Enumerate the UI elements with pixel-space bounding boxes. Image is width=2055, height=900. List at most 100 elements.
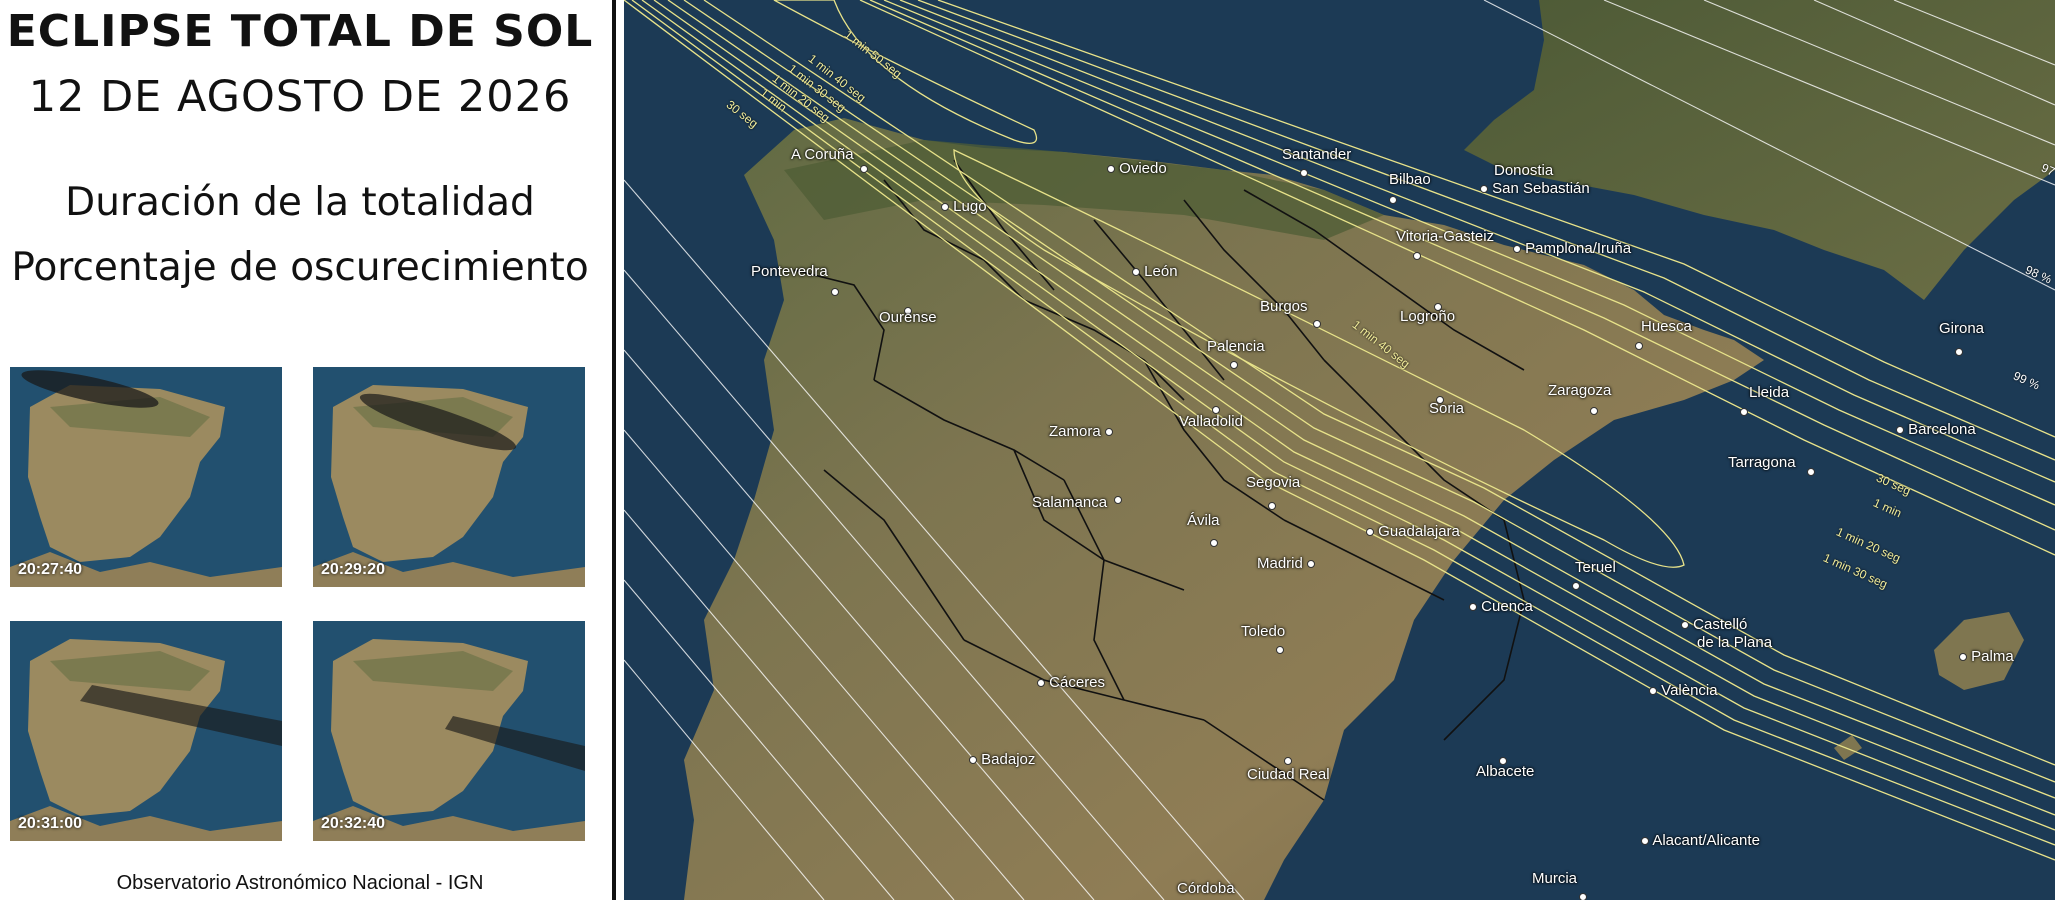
city-dot-icon bbox=[1230, 361, 1238, 370]
city-name: Palencia bbox=[1207, 338, 1265, 355]
city-dot-icon bbox=[1955, 348, 1963, 357]
city-name: Salamanca bbox=[1032, 494, 1108, 511]
city-name: Oviedo bbox=[1119, 160, 1167, 177]
city-alicante: Alacant/Alicante bbox=[1641, 832, 1760, 849]
city-name: Santander bbox=[1282, 146, 1352, 163]
city-name: Huesca bbox=[1641, 318, 1692, 335]
thumbnail-time: 20:31:00 bbox=[18, 815, 83, 832]
city-caceres: Cáceres bbox=[1037, 674, 1105, 691]
city-name: Soria bbox=[1429, 400, 1465, 417]
city-vitoria-marker bbox=[1413, 247, 1421, 264]
city-name: de la Plana bbox=[1697, 634, 1773, 651]
subtitle-percentage: Porcentaje de oscurecimiento bbox=[11, 245, 589, 290]
city-dot-icon bbox=[1300, 169, 1308, 178]
city-a-coruna-marker bbox=[860, 160, 868, 177]
city-name: Vitoria-Gasteiz bbox=[1396, 228, 1495, 245]
city-dot-icon bbox=[1313, 320, 1321, 329]
city-dot-icon bbox=[1413, 252, 1421, 261]
city-dot-icon bbox=[1590, 407, 1598, 416]
city-guadalajara: Guadalajara bbox=[1366, 523, 1460, 540]
city-name: Lugo bbox=[953, 198, 987, 215]
city-dot-icon bbox=[1107, 165, 1115, 174]
city-lleida: Lleida bbox=[1749, 384, 1789, 401]
city-cuenca: Cuenca bbox=[1469, 598, 1533, 615]
credits: Observatorio Astronómico Nacional - IGN bbox=[116, 872, 484, 894]
city-toledo: Toledo bbox=[1241, 623, 1285, 640]
city-dot-icon bbox=[1896, 426, 1904, 435]
shadow-thumbnail-4: 20:32:40 bbox=[313, 621, 585, 841]
info-panel: ECLIPSE TOTAL DE SOL 12 DE AGOSTO DE 202… bbox=[0, 0, 612, 900]
city-name: Murcia bbox=[1532, 870, 1578, 887]
city-name: San Sebastián bbox=[1492, 180, 1590, 197]
city-name: València bbox=[1661, 682, 1718, 699]
city-dot-icon bbox=[1572, 582, 1580, 591]
city-name: Tarragona bbox=[1728, 454, 1796, 471]
city-dot-icon bbox=[969, 756, 977, 765]
city-name: Castelló bbox=[1693, 616, 1748, 633]
city-name: Girona bbox=[1939, 320, 1985, 337]
map-canvas bbox=[624, 0, 2055, 900]
city-palencia: Palencia bbox=[1207, 338, 1265, 355]
city-castello: Castelló bbox=[1681, 616, 1747, 633]
city-teruel-marker bbox=[1572, 577, 1580, 594]
thumbnail-time: 20:27:40 bbox=[18, 561, 83, 578]
thumbnail-time: 20:29:20 bbox=[321, 561, 386, 578]
thumbnail-time: 20:32:40 bbox=[321, 815, 386, 832]
city-huesca: Huesca bbox=[1641, 318, 1692, 335]
city-name: Donostia bbox=[1494, 162, 1554, 179]
city-name: Burgos bbox=[1260, 298, 1308, 315]
city-dot-icon bbox=[1276, 646, 1284, 655]
city-name: Zaragoza bbox=[1548, 382, 1612, 399]
city-lleida-marker bbox=[1740, 403, 1748, 420]
city-murcia: Murcia bbox=[1532, 870, 1577, 887]
city-pontevedra: Pontevedra bbox=[751, 263, 828, 280]
city-name: Segovia bbox=[1246, 474, 1301, 491]
city-dot-icon bbox=[1740, 408, 1748, 417]
city-dot-icon bbox=[1649, 687, 1657, 696]
city-ourense: Ourense bbox=[879, 309, 937, 326]
city-dot-icon bbox=[860, 165, 868, 174]
city-palencia-marker bbox=[1230, 356, 1238, 373]
city-name: Cuenca bbox=[1481, 598, 1533, 615]
city-donostia: Donostia bbox=[1494, 162, 1553, 179]
city-name: Ávila bbox=[1187, 512, 1220, 529]
city-palma: Palma bbox=[1959, 648, 2014, 665]
city-pamplona: Pamplona/Iruña bbox=[1513, 240, 1631, 257]
city-dot-icon bbox=[1641, 837, 1649, 846]
city-santander-marker bbox=[1300, 164, 1308, 181]
city-soria: Soria bbox=[1429, 400, 1464, 417]
city-zaragoza-marker bbox=[1590, 402, 1598, 419]
city-dot-icon bbox=[1635, 342, 1643, 351]
city-vitoria: Vitoria-Gasteiz bbox=[1396, 228, 1494, 245]
city-valencia: València bbox=[1649, 682, 1718, 699]
city-barcelona: Barcelona bbox=[1896, 421, 1976, 438]
city-name: Guadalajara bbox=[1378, 523, 1460, 540]
city-name: Pontevedra bbox=[751, 263, 828, 280]
city-tarragona-marker bbox=[1807, 463, 1815, 480]
city-zamora: Zamora bbox=[1049, 423, 1113, 440]
city-segovia-marker bbox=[1268, 497, 1276, 514]
eclipse-map-page: ECLIPSE TOTAL DE SOL 12 DE AGOSTO DE 202… bbox=[0, 0, 2055, 900]
city-huesca-marker bbox=[1635, 337, 1643, 354]
city-madrid: Madrid bbox=[1257, 555, 1316, 572]
city-name: Cáceres bbox=[1049, 674, 1106, 691]
city-girona: Girona bbox=[1939, 320, 1984, 337]
city-valladolid: Valladolid bbox=[1179, 413, 1243, 430]
city-burgos: Burgos bbox=[1260, 298, 1308, 315]
page-title: ECLIPSE TOTAL DE SOL bbox=[6, 6, 594, 57]
city-burgos-marker bbox=[1313, 315, 1321, 332]
city-ciudad-real: Ciudad Real bbox=[1247, 766, 1330, 783]
city-lugo: Lugo bbox=[941, 198, 987, 215]
shadow-thumbnail-3: 20:31:00 bbox=[10, 621, 282, 841]
iberia-thumbnail-map bbox=[10, 621, 282, 841]
city-zaragoza: Zaragoza bbox=[1548, 382, 1611, 399]
city-san-sebastian: San Sebastián bbox=[1480, 180, 1590, 197]
city-name: Logroño bbox=[1400, 308, 1456, 325]
city-name: Pamplona/Iruña bbox=[1525, 240, 1632, 257]
city-dot-icon bbox=[1104, 428, 1113, 437]
iberia-thumbnail-map bbox=[10, 367, 282, 587]
city-girona-marker bbox=[1955, 343, 1963, 360]
city-pontevedra-marker bbox=[831, 283, 839, 300]
city-name: Badajoz bbox=[981, 751, 1036, 768]
city-dot-icon bbox=[1681, 621, 1689, 630]
